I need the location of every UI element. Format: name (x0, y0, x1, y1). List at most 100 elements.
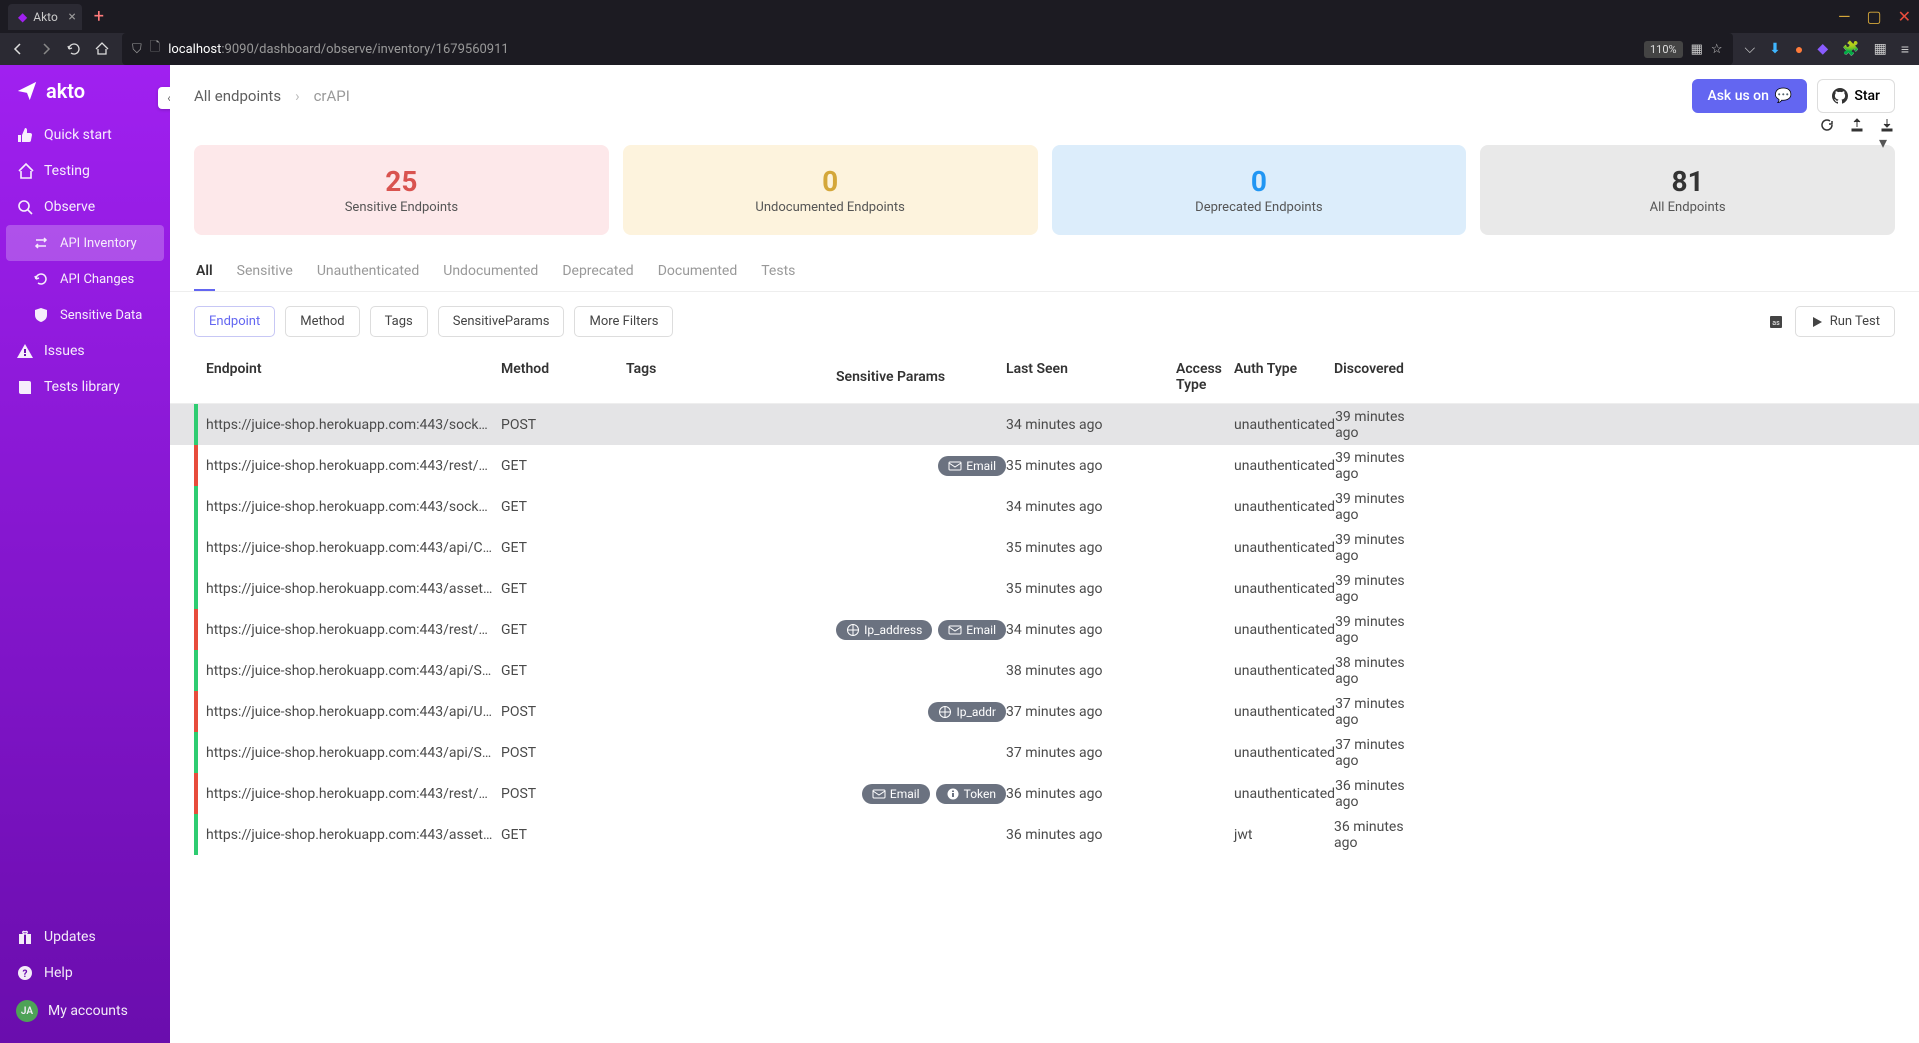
tab-tests[interactable]: Tests (759, 253, 797, 291)
cell-auth: unauthenticated (1234, 458, 1335, 474)
ask-discord-button[interactable]: Ask us on 💬 (1692, 79, 1807, 113)
globe-icon (846, 623, 860, 637)
home-icon[interactable] (94, 41, 110, 57)
tab-sensitive[interactable]: Sensitive (235, 253, 295, 291)
sensitive-chip-email[interactable]: Email (938, 456, 1006, 476)
sidebar-item-quick-start[interactable]: Quick start (0, 117, 170, 153)
download-icon[interactable]: ⬇ (1769, 41, 1781, 57)
hamburger-icon[interactable]: ≡ (1901, 41, 1909, 58)
sidebar-item-sensitive-data[interactable]: Sensitive Data (0, 297, 170, 333)
close-tab-icon[interactable]: × (68, 9, 75, 25)
back-icon[interactable] (10, 41, 26, 57)
table-row[interactable]: https://juice-shop.herokuapp.com:443/res… (170, 609, 1919, 650)
col-header-sensitive[interactable]: Sensitive Params (836, 361, 1006, 393)
tab-undocumented[interactable]: Undocumented (441, 253, 540, 291)
ext3-icon[interactable]: 🧩 (1842, 41, 1859, 57)
github-star-button[interactable]: Star (1817, 79, 1895, 113)
sidebar-item-testing[interactable]: Testing (0, 153, 170, 189)
ask-label: Ask us on (1707, 88, 1768, 104)
cell-endpoint: https://juice-shop.herokuapp.com:443/soc… (206, 499, 501, 515)
export-icon[interactable]: as (1767, 313, 1785, 331)
sidebar-item-api-inventory[interactable]: API Inventory (6, 225, 164, 261)
sidebar-item-help[interactable]: ?Help (0, 955, 170, 991)
cell-disc: 37 minutes ago (1335, 737, 1423, 769)
bookmark-star-icon[interactable]: ☆ (1711, 42, 1723, 57)
table-row[interactable]: https://juice-shop.herokuapp.com:443/api… (170, 691, 1919, 732)
zoom-badge[interactable]: 110% (1644, 41, 1683, 58)
pocket-icon[interactable]: ⌵ (1745, 41, 1756, 57)
mail-icon (872, 787, 886, 801)
refresh-icon[interactable] (1819, 117, 1835, 152)
sidebar-item-issues[interactable]: Issues (0, 333, 170, 369)
stat-card-all-endpoints[interactable]: 81All Endpoints (1480, 145, 1895, 235)
exchange-icon (32, 234, 50, 252)
col-header-auth[interactable]: Auth Type (1234, 361, 1334, 393)
sidebar-item-updates[interactable]: Updates (0, 919, 170, 955)
sidebar-item-label: Sensitive Data (60, 308, 142, 323)
sensitive-chip-token[interactable]: Token (936, 784, 1006, 804)
brand-logo[interactable]: akto (0, 65, 170, 117)
sensitive-chip-ip_address[interactable]: Ip_address (836, 620, 932, 640)
table-row[interactable]: https://juice-shop.herokuapp.com:443/api… (170, 650, 1919, 691)
stat-card-deprecated-endpoints[interactable]: 0Deprecated Endpoints (1052, 145, 1467, 235)
url-bar[interactable]: ⛉ 🗋 localhost:9090/dashboard/observe/inv… (122, 33, 1733, 65)
col-header-disc[interactable]: Discovered (1334, 361, 1422, 393)
sidebar-item-my-accounts[interactable]: JAMy accounts (0, 991, 170, 1031)
table-row[interactable]: https://juice-shop.herokuapp.com:443/api… (170, 527, 1919, 568)
filter-sensitiveparams[interactable]: SensitiveParams (438, 306, 565, 337)
table-row[interactable]: https://juice-shop.herokuapp.com:443/res… (170, 773, 1919, 814)
row-indicator (194, 568, 198, 609)
sidebar-item-api-changes[interactable]: API Changes (0, 261, 170, 297)
cell-disc: 39 minutes ago (1335, 614, 1423, 646)
table-row[interactable]: https://juice-shop.herokuapp.com:443/res… (170, 445, 1919, 486)
sensitive-chip-ip_addr[interactable]: Ip_addr (928, 702, 1006, 722)
cell-sensitive: Ip_addr (836, 702, 1006, 722)
col-header-lastseen[interactable]: Last Seen (1006, 361, 1176, 393)
browser-tab[interactable]: ◆ Akto × (8, 4, 82, 30)
grid-icon[interactable]: ▦ (1691, 42, 1703, 57)
table-row[interactable]: https://juice-shop.herokuapp.com:443/ass… (170, 814, 1919, 855)
tab-documented[interactable]: Documented (656, 253, 740, 291)
close-window-icon[interactable]: ✕ (1898, 7, 1911, 26)
stat-card-sensitive-endpoints[interactable]: 25Sensitive Endpoints (194, 145, 609, 235)
table-row[interactable]: https://juice-shop.herokuapp.com:443/soc… (170, 486, 1919, 527)
cell-endpoint: https://juice-shop.herokuapp.com:443/api… (206, 745, 501, 761)
col-header-endpoint[interactable]: Endpoint (206, 361, 501, 393)
sensitive-chip-email[interactable]: Email (938, 620, 1006, 640)
cell-method: POST (501, 745, 626, 761)
filter-method[interactable]: Method (285, 306, 359, 337)
filter-tags[interactable]: Tags (370, 306, 428, 337)
download-menu-icon[interactable]: ▾ (1879, 117, 1895, 152)
cell-auth: unauthenticated (1234, 786, 1335, 802)
sidebar-item-observe[interactable]: Observe (0, 189, 170, 225)
url-host: localhost (168, 42, 221, 57)
forward-icon[interactable] (38, 41, 54, 57)
cell-auth: unauthenticated (1234, 622, 1335, 638)
stat-card-undocumented-endpoints[interactable]: 0Undocumented Endpoints (623, 145, 1038, 235)
table-row[interactable]: https://juice-shop.herokuapp.com:443/soc… (170, 404, 1919, 445)
filter-more-filters[interactable]: More Filters (574, 306, 673, 337)
breadcrumb-root[interactable]: All endpoints (194, 87, 281, 105)
globe-icon (938, 705, 952, 719)
ext1-icon[interactable]: ● (1795, 41, 1803, 58)
table-row[interactable]: https://juice-shop.herokuapp.com:443/api… (170, 732, 1919, 773)
table-row[interactable]: https://juice-shop.herokuapp.com:443/ass… (170, 568, 1919, 609)
col-header-tags[interactable]: Tags (626, 361, 836, 393)
col-header-access[interactable]: Access Type (1176, 361, 1234, 393)
reload-icon[interactable] (66, 41, 82, 57)
tab-unauthenticated[interactable]: Unauthenticated (315, 253, 421, 291)
ext2-icon[interactable]: ◆ (1817, 41, 1828, 57)
col-header-method[interactable]: Method (501, 361, 626, 393)
maximize-icon[interactable]: ▢ (1866, 7, 1881, 26)
search-icon (16, 198, 34, 216)
sidebar-item-tests-library[interactable]: Tests library (0, 369, 170, 405)
filter-endpoint[interactable]: Endpoint (194, 306, 275, 337)
tab-deprecated[interactable]: Deprecated (560, 253, 635, 291)
tab-all[interactable]: All (194, 253, 215, 291)
minimize-icon[interactable]: — (1838, 7, 1851, 26)
new-tab-button[interactable]: + (94, 6, 104, 27)
sensitive-chip-email[interactable]: Email (862, 784, 930, 804)
ext4-icon[interactable]: ▦ (1874, 41, 1887, 57)
run-test-button[interactable]: Run Test (1795, 306, 1895, 337)
upload-icon[interactable] (1849, 117, 1865, 152)
